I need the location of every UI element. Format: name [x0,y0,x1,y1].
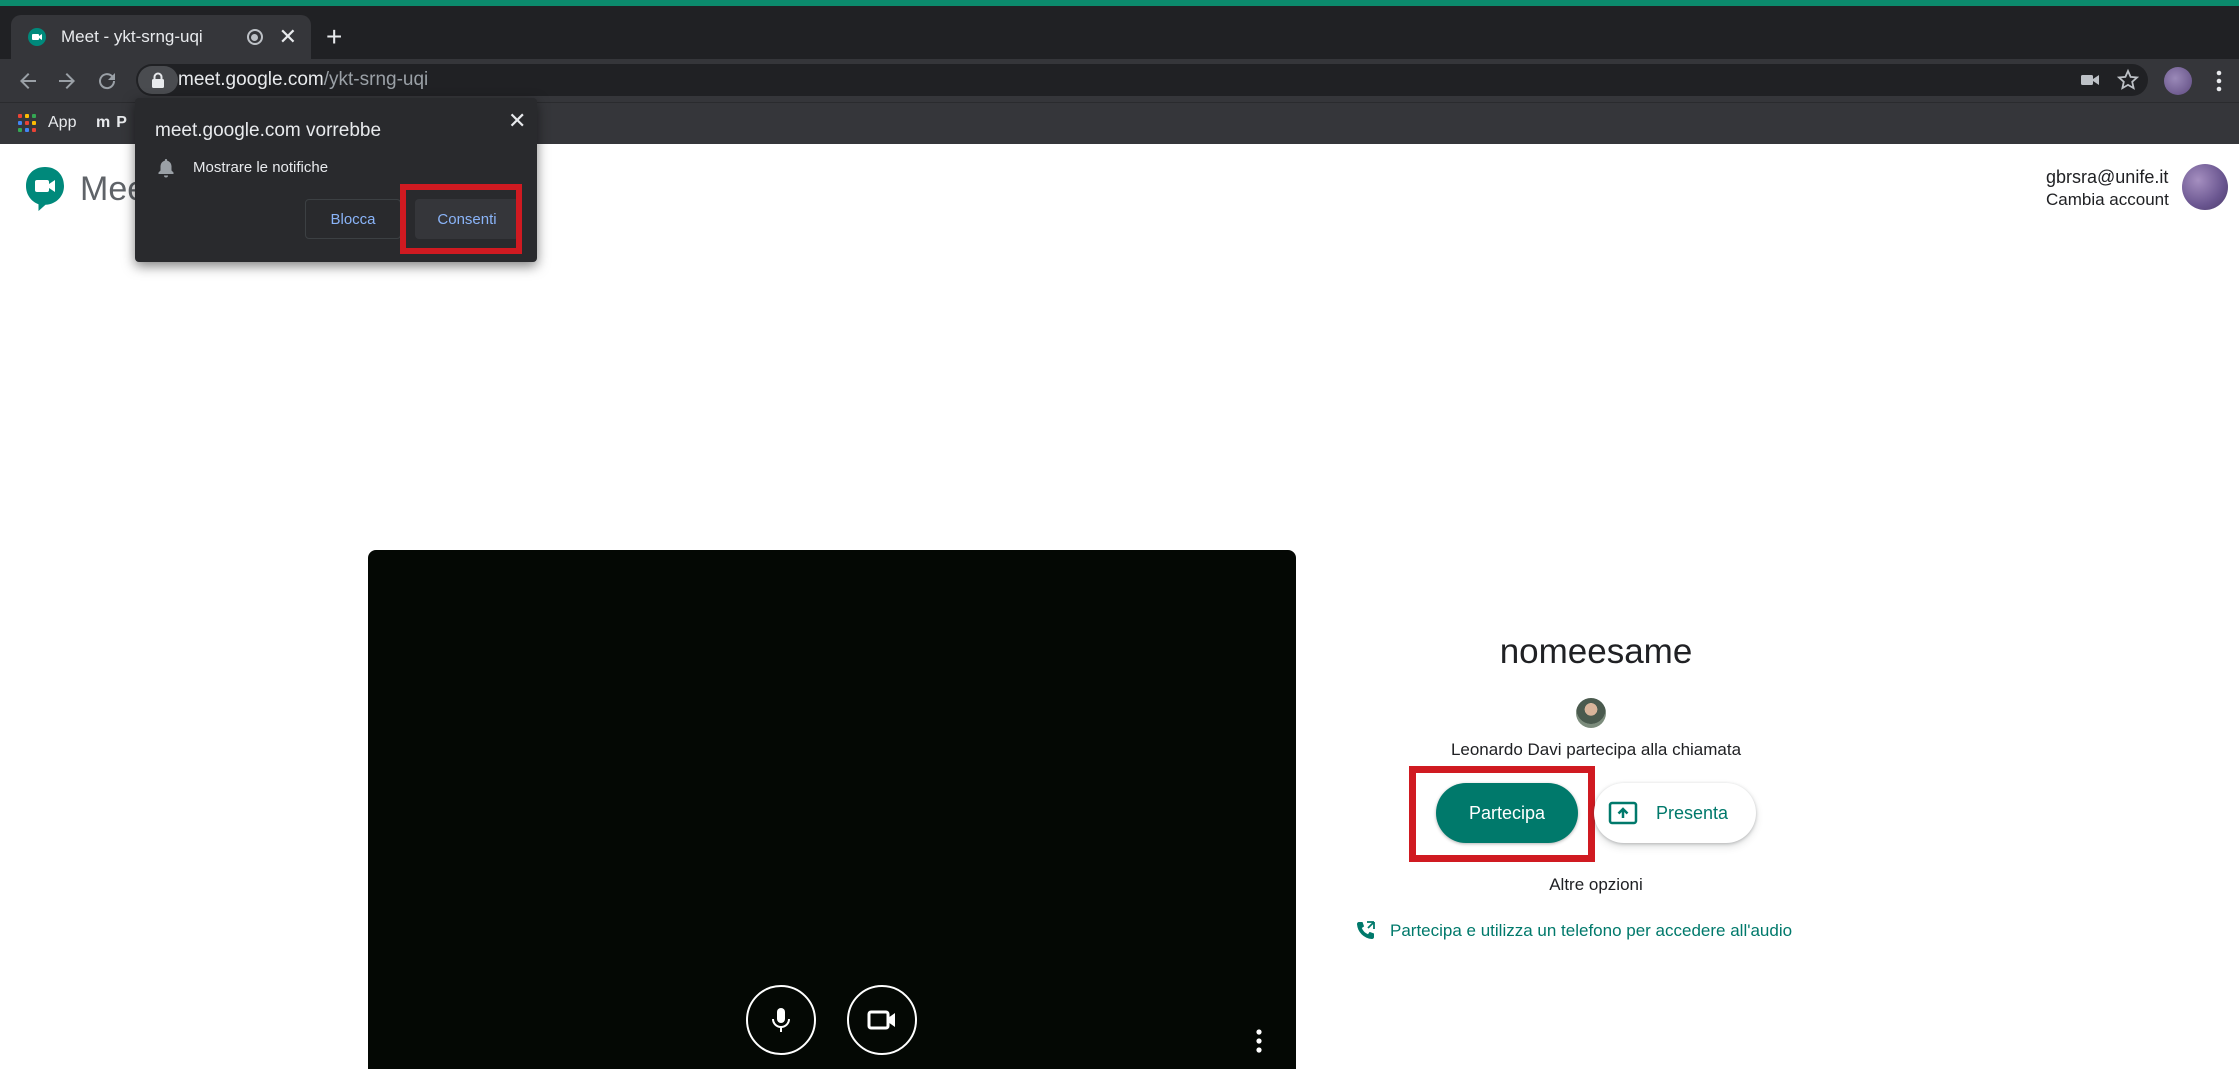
camera-toggle-button[interactable] [847,985,917,1055]
popup-title: meet.google.com vorrebbe [155,120,382,141]
phone-join-link[interactable]: Partecipa e utilizza un telefono per acc… [1354,920,1792,942]
site-info-chip[interactable] [138,66,178,94]
meet-wordmark: Meet [80,170,140,208]
video-preview [368,550,1296,1069]
browser-profile-avatar[interactable] [2164,67,2192,95]
bookmark-logo-icon: m [96,114,111,131]
account-info: gbrsra@unife.it Cambia account [2046,167,2169,210]
phone-call-icon [1356,921,1375,940]
apps-grid-icon [18,114,36,132]
account-email: gbrsra@unife.it [2046,167,2169,187]
join-button-highlight [1409,766,1595,862]
other-options-heading: Altre opzioni [1549,875,1643,894]
popup-close-icon[interactable]: ✕ [508,108,526,134]
browser-toolbar: meet.google.com/ykt-srng-uqi [0,59,2239,102]
back-arrow-icon[interactable] [16,69,40,93]
switch-account-link[interactable]: Cambia account [2046,190,2169,210]
reload-icon[interactable] [95,69,119,93]
lock-icon [152,72,164,88]
microphone-icon [772,1008,790,1032]
meet-favicon-icon [28,28,46,46]
bookmark-label: P [116,114,127,131]
microphone-toggle-button[interactable] [746,985,816,1055]
address-bar[interactable]: meet.google.com/ykt-srng-uqi [136,64,2148,96]
new-tab-icon[interactable]: + [326,23,342,51]
forward-arrow-icon[interactable] [55,69,79,93]
browser-menu-icon[interactable] [2207,68,2231,94]
recording-indicator-icon [246,29,263,45]
more-options-icon[interactable] [1254,1028,1264,1054]
permission-text: Mostrare le notifiche [193,159,329,176]
bookmark-item[interactable]: mP [96,114,127,132]
camera-icon [867,1010,895,1030]
present-screen-icon [1608,801,1638,825]
block-button[interactable]: Blocca [305,199,401,239]
url-path: /ykt-srng-uqi [323,69,429,90]
camera-in-use-icon[interactable] [2078,68,2102,92]
present-label: Presenta [1656,802,1729,823]
present-button[interactable]: Presenta [1594,783,1756,843]
allow-button-highlight [400,184,522,254]
tab-strip: Meet - ykt-srng-uqi ✕ + [0,6,2239,59]
participant-avatar [1576,698,1606,728]
bell-icon [158,159,174,178]
meeting-title: nomeesame [1499,632,1693,671]
browser-tab-meet[interactable]: Meet - ykt-srng-uqi ✕ [11,15,311,59]
apps-bookmark[interactable]: App [18,114,76,132]
url-text: meet.google.com/ykt-srng-uqi [178,69,428,91]
apps-label: App [48,114,77,131]
phone-join-label: Partecipa e utilizza un telefono per acc… [1390,921,1793,940]
meet-logo-icon[interactable] [24,165,66,213]
bookmark-star-icon[interactable] [2116,68,2140,92]
url-host: meet.google.com [178,69,324,90]
tab-title: Meet - ykt-srng-uqi [61,27,203,46]
account-avatar[interactable] [2182,164,2228,210]
tab-close-icon[interactable]: ✕ [279,26,297,48]
participant-status: Leonardo Davi partecipa alla chiamata [1450,740,1742,759]
